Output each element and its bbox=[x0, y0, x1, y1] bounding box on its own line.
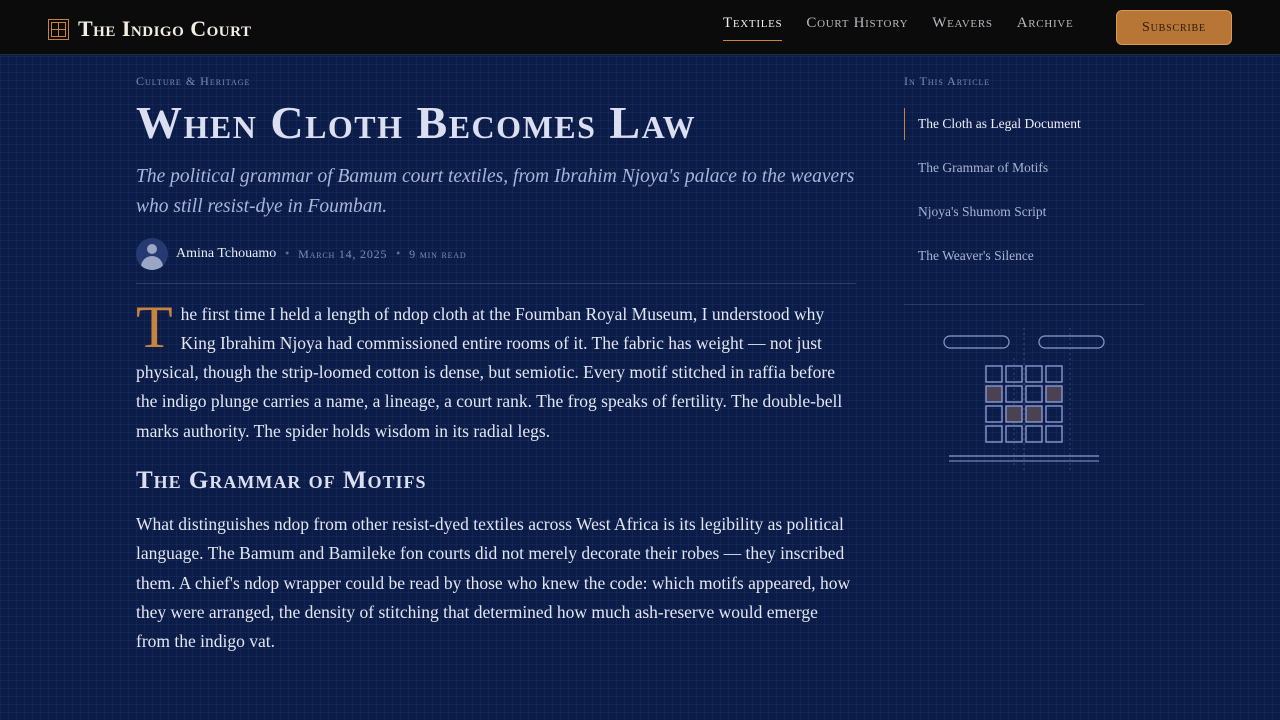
section-heading: The Grammar of Motifs bbox=[136, 467, 427, 495]
author-name[interactable]: Amina Tchouamo bbox=[176, 246, 276, 262]
logo-icon bbox=[48, 18, 69, 40]
toc-item-grammar-of-motifs[interactable]: The Grammar of Motifs bbox=[904, 152, 1144, 184]
drop-cap: T bbox=[136, 293, 173, 360]
nav-item-weavers[interactable]: Weavers bbox=[932, 15, 992, 41]
paragraph-intro: T he first time I held a length of ndop … bbox=[136, 293, 856, 446]
separator-dot: • bbox=[395, 248, 402, 260]
motif-cell bbox=[985, 385, 1003, 403]
table-of-contents: In This Article The Cloth as Legal Docum… bbox=[904, 74, 1144, 305]
byline: Amina Tchouamo • March 14, 2025 • 9 min … bbox=[136, 238, 856, 284]
motif-cell bbox=[1045, 425, 1063, 443]
toc-heading: In This Article bbox=[904, 74, 991, 88]
motif-cell bbox=[985, 425, 1003, 443]
motif-cell bbox=[1025, 425, 1043, 443]
motif-cell bbox=[1045, 405, 1063, 423]
motif-cell bbox=[1045, 385, 1063, 403]
nav-item-court-history[interactable]: Court History bbox=[806, 15, 908, 41]
ndop-motif-illustration bbox=[943, 328, 1105, 472]
top-navbar: The Indigo Court Textiles Court History … bbox=[0, 0, 1280, 55]
toc-item-shumom-script[interactable]: Njoya's Shumom Script bbox=[904, 196, 1144, 228]
brand[interactable]: The Indigo Court bbox=[48, 16, 251, 42]
paragraph-motifs: What distinguishes ndop from other resis… bbox=[136, 514, 851, 652]
toc-item-weavers-silence[interactable]: The Weaver's Silence bbox=[904, 240, 1144, 272]
motif-cell bbox=[1025, 365, 1043, 383]
article-title: When Cloth Becomes Law bbox=[136, 97, 697, 148]
paragraph-intro-text: he first time I held a length of ndop cl… bbox=[136, 303, 843, 441]
subscribe-button[interactable]: Subscribe bbox=[1116, 10, 1232, 45]
motif-cell bbox=[1045, 365, 1063, 383]
article-category[interactable]: Culture & Heritage bbox=[136, 74, 856, 89]
article-dek: The political grammar of Bamum court tex… bbox=[136, 165, 855, 217]
bell-motif-right bbox=[1038, 335, 1105, 349]
motif-cell bbox=[1025, 405, 1043, 423]
article: Culture & Heritage When Cloth Becomes La… bbox=[136, 74, 856, 657]
bell-motif-left bbox=[943, 335, 1010, 349]
brand-name: The Indigo Court bbox=[78, 16, 252, 41]
motif-cell bbox=[1025, 385, 1043, 403]
nav-item-archive[interactable]: Archive bbox=[1017, 15, 1074, 41]
avatar-head-shape bbox=[147, 244, 157, 255]
separator-dot: • bbox=[284, 248, 291, 260]
motif-cell bbox=[1005, 405, 1023, 423]
main-nav: Textiles Court History Weavers Archive bbox=[723, 15, 1097, 41]
toc-item-cloth-legal-document[interactable]: The Cloth as Legal Document bbox=[904, 108, 1144, 140]
motif-cell bbox=[985, 405, 1003, 423]
read-time: 9 min read bbox=[409, 246, 467, 261]
nav-item-textiles[interactable]: Textiles bbox=[723, 15, 783, 41]
avatar-body-shape bbox=[141, 256, 163, 271]
motif-cell bbox=[985, 365, 1003, 383]
avatar[interactable] bbox=[136, 238, 168, 271]
toc-list: The Cloth as Legal Document The Grammar … bbox=[904, 108, 1144, 305]
publish-date: March 14, 2025 bbox=[298, 246, 388, 261]
